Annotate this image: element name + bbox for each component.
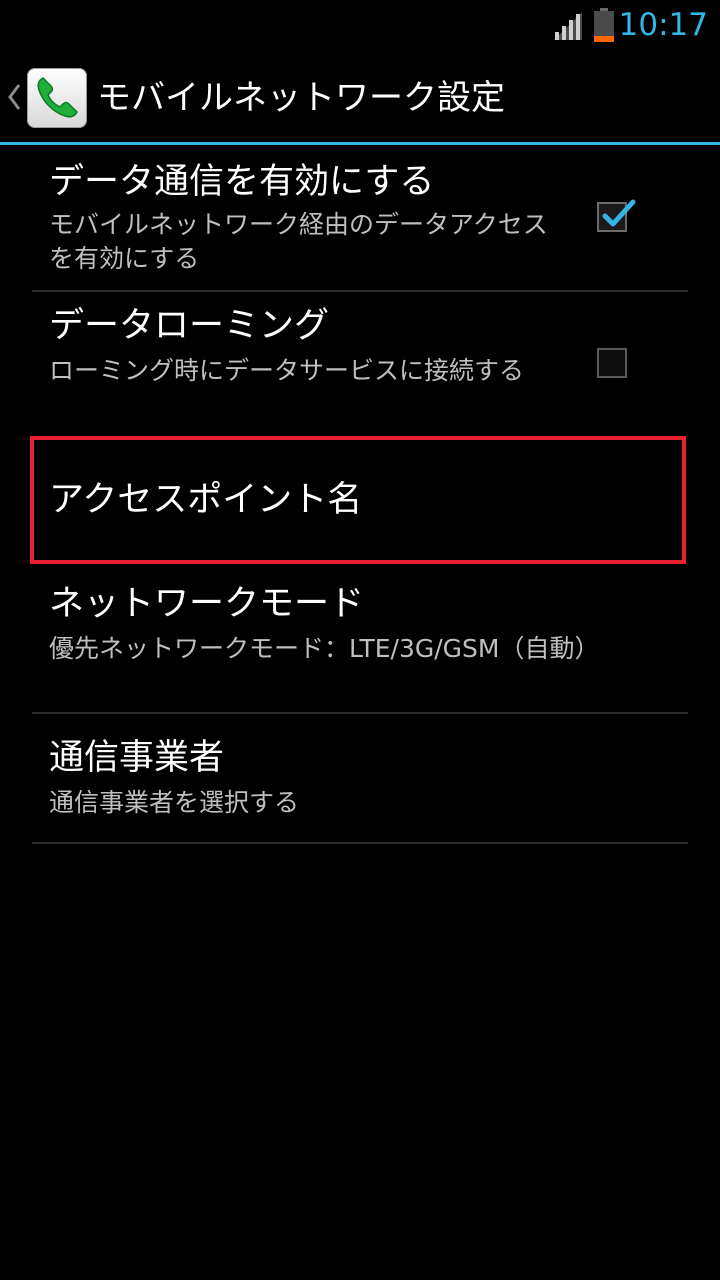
pref-network-mode[interactable]: ネットワークモード 優先ネットワークモード：LTE/3G/GSM（自動） [32,572,688,712]
pref-summary: 通信事業者を選択する [49,788,300,817]
phone-app-icon[interactable] [27,68,87,128]
divider [32,712,688,714]
signal-icon [554,12,582,40]
pref-title: ネットワークモード [49,584,365,624]
data-roaming-checkbox[interactable] [597,348,627,378]
page-title: モバイルネットワーク設定 [97,78,505,118]
clock: 10:17 [618,7,708,43]
pref-summary: ローミング時にデータサービスに接続する [49,356,525,385]
pref-network-operators[interactable]: 通信事業者 通信事業者を選択する [32,716,688,842]
pref-title: データ通信を有効にする [49,162,435,202]
pref-title: 通信事業者 [49,738,225,778]
pref-data-roaming[interactable]: データローミング ローミング時にデータサービスに接続する [32,294,688,434]
phone-handset-icon [37,77,78,118]
up-indicator-icon[interactable] [4,81,24,113]
pref-title: データローミング [49,306,330,346]
battery-icon [594,8,614,42]
pref-summary: 優先ネットワークモード：LTE/3G/GSM（自動） [49,634,600,663]
status-bar: 10:17 [0,0,720,50]
pref-data-enabled[interactable]: データ通信を有効にする モバイルネットワーク経由のデータアクセスを有効にする [32,150,688,290]
pref-summary: モバイルネットワーク経由のデータアクセスを有効にする [49,210,548,273]
data-enabled-checkbox[interactable] [597,199,636,232]
divider [32,842,688,844]
action-bar-divider [0,142,720,145]
divider [32,290,688,292]
highlight-box [30,436,686,564]
checkmark-icon [602,199,636,227]
